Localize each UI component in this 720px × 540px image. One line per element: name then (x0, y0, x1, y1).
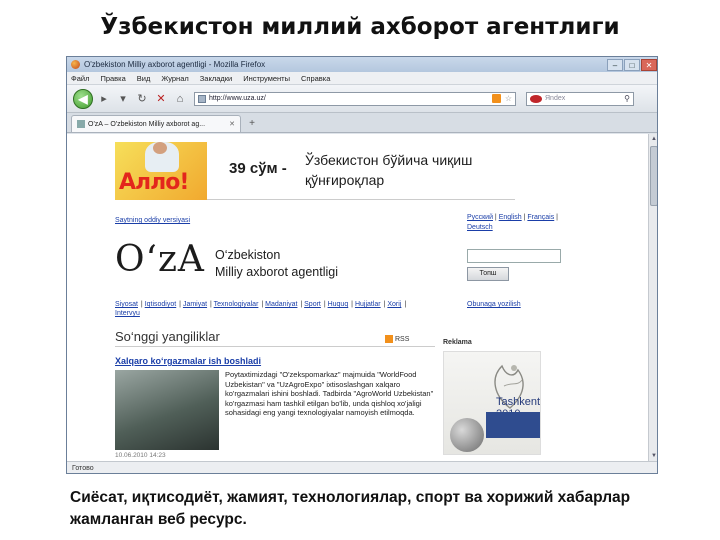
site-search-button[interactable]: Топш (467, 267, 509, 281)
banner-price: 39 сўм - (229, 160, 287, 177)
section-xorij[interactable]: Xorij (387, 301, 401, 308)
section-madaniyat[interactable]: Madaniyat (265, 301, 297, 308)
menu-edit[interactable]: Правка (100, 74, 125, 83)
scroll-up-icon[interactable]: ▲ (649, 134, 657, 144)
tab-strip: O'zA – O'zbekiston Milliy axborot ag... … (67, 113, 657, 133)
banner-text-line2: қўнғироқлар (305, 172, 385, 188)
menu-view[interactable]: Вид (137, 74, 151, 83)
status-text: Готово (72, 465, 94, 472)
bookmark-star-icon[interactable]: ☆ (505, 94, 512, 103)
minimize-icon[interactable]: – (607, 58, 623, 71)
tab-close-icon[interactable]: ✕ (229, 120, 235, 128)
section-siyosat[interactable]: Siyosat (115, 301, 138, 308)
caption-line2: жамланган веб ресурс. (70, 511, 247, 528)
menu-help[interactable]: Справка (301, 74, 330, 83)
page-viewport: Алло! 39 сўм - Ўзбекистон бўйича чиқиш қ… (67, 134, 657, 461)
window-title: O'zbekiston Milliy axborot agentligi - M… (84, 60, 266, 69)
lang-russian[interactable]: Русский (467, 214, 493, 221)
section-intervyu[interactable]: Intervyu (115, 310, 140, 317)
article-image[interactable] (115, 370, 219, 450)
address-bar[interactable]: http://www.uza.uz/ ☆ (194, 91, 516, 106)
scrollbar-thumb[interactable] (650, 146, 657, 206)
menu-tools[interactable]: Инструменты (243, 74, 290, 83)
lang-german[interactable]: Deutsch (467, 224, 493, 231)
latest-news-heading: So‘nggi yangiliklar (115, 329, 220, 344)
firefox-icon (71, 60, 80, 69)
banner-person-head (153, 142, 167, 154)
browser-window: O'zbekiston Milliy axborot agentligi - M… (66, 56, 658, 474)
agency-name-line2: Milliy axborot agentligi (215, 265, 338, 279)
home-icon[interactable]: ⌂ (172, 91, 188, 107)
section-jamiyat[interactable]: Jamiyat (183, 301, 207, 308)
ad-globe (450, 418, 484, 452)
rss-icon (385, 335, 393, 343)
article-summary: Poytaxtimizdagi "O'zekspomarkaz" majmuid… (225, 370, 434, 418)
lang-english[interactable]: English (499, 214, 522, 221)
section-hujjatlar[interactable]: Hujjatlar (355, 301, 381, 308)
window-controls: – □ ✕ (606, 58, 657, 71)
simple-version-link[interactable]: Saytning oddiy versiyasi (115, 217, 190, 224)
language-switcher: Русский | English | Français | Deutsch (467, 214, 558, 231)
search-engine-icon[interactable] (530, 94, 542, 103)
forward-icon[interactable]: ▸ (96, 91, 112, 107)
new-tab-button[interactable]: + (245, 117, 259, 131)
tab-oza[interactable]: O'zA – O'zbekiston Milliy axborot ag... … (71, 115, 241, 132)
section-iqtisodiyot[interactable]: Iqtisodiyot (145, 301, 177, 308)
section-huquq[interactable]: Huquq (328, 301, 349, 308)
article-date: 10.06.2010 14:23 (115, 452, 166, 459)
back-button[interactable]: ◀ (73, 88, 93, 109)
news-divider (115, 346, 435, 347)
history-dropdown-icon[interactable]: ▾ (115, 91, 131, 107)
reload-icon[interactable]: ↻ (134, 91, 150, 107)
article-title-link[interactable]: Xalqaro ko‘rgazmalar ish boshladi (115, 356, 261, 366)
status-bar: Готово (67, 461, 657, 473)
search-placeholder: Яndex (545, 95, 566, 102)
subscribe-link[interactable]: Obunaga yozilish (467, 301, 521, 308)
tab-favicon (77, 120, 85, 128)
site-logo[interactable]: O‘zA (115, 239, 205, 280)
search-icon[interactable]: ⚲ (624, 94, 630, 103)
ad-banner[interactable]: Алло! 39 сўм - Ўзбекистон бўйича чиқиш қ… (115, 138, 515, 200)
menu-bookmarks[interactable]: Закладки (200, 74, 232, 83)
stop-icon[interactable]: ✕ (153, 91, 169, 107)
news-rss-link[interactable]: RSS (385, 335, 409, 343)
section-sport[interactable]: Sport (304, 301, 321, 308)
section-nav: Siyosat | Iqtisodiyot | Jamiyat | Texnol… (115, 301, 407, 317)
menu-file[interactable]: Файл (71, 74, 89, 83)
ad-heading: Reklama (443, 339, 472, 346)
agency-name-line1: O‘zbekiston (215, 248, 281, 262)
tab-label: O'zA – O'zbekiston Milliy axborot ag... (88, 120, 206, 128)
banner-logo-text: Алло! (119, 170, 189, 195)
close-icon[interactable]: ✕ (641, 58, 657, 71)
banner-image: Алло! (115, 142, 207, 200)
site-favicon (198, 94, 206, 103)
vertical-scrollbar[interactable]: ▲ ▼ (648, 134, 657, 461)
search-bar[interactable]: Яndex ⚲ (526, 91, 634, 106)
scroll-down-icon[interactable]: ▼ (649, 451, 657, 461)
banner-text-line1: Ўзбекистон бўйича чиқиш (305, 152, 473, 168)
ad-strip (486, 412, 540, 438)
lang-french[interactable]: Français (527, 214, 554, 221)
section-texnologiyalar[interactable]: Texnologiyalar (214, 301, 259, 308)
caption-line1: Сиёсат, иқтисодиёт, жамият, технологияла… (70, 489, 631, 506)
navigation-toolbar: ◀ ▸ ▾ ↻ ✕ ⌂ http://www.uza.uz/ ☆ Яndex ⚲ (67, 85, 657, 113)
site-search-input[interactable] (467, 249, 561, 263)
address-url: http://www.uza.uz/ (209, 95, 266, 102)
slide-title: Ўзбекистон миллий ахборот агентлиги (100, 14, 620, 40)
rss-label: RSS (395, 335, 410, 343)
menu-history[interactable]: Журнал (161, 74, 188, 83)
slide-caption: Сиёсат, иқтисодиёт, жамият, технологияла… (70, 487, 690, 531)
window-titlebar: O'zbekiston Milliy axborot agentligi - M… (67, 57, 657, 72)
rss-feed-icon[interactable] (491, 94, 501, 103)
maximize-icon[interactable]: □ (624, 58, 640, 71)
menu-bar: Файл Правка Вид Журнал Закладки Инструме… (67, 72, 657, 85)
ad-tashkent-2010[interactable]: Tashkent 2010 (443, 351, 541, 455)
